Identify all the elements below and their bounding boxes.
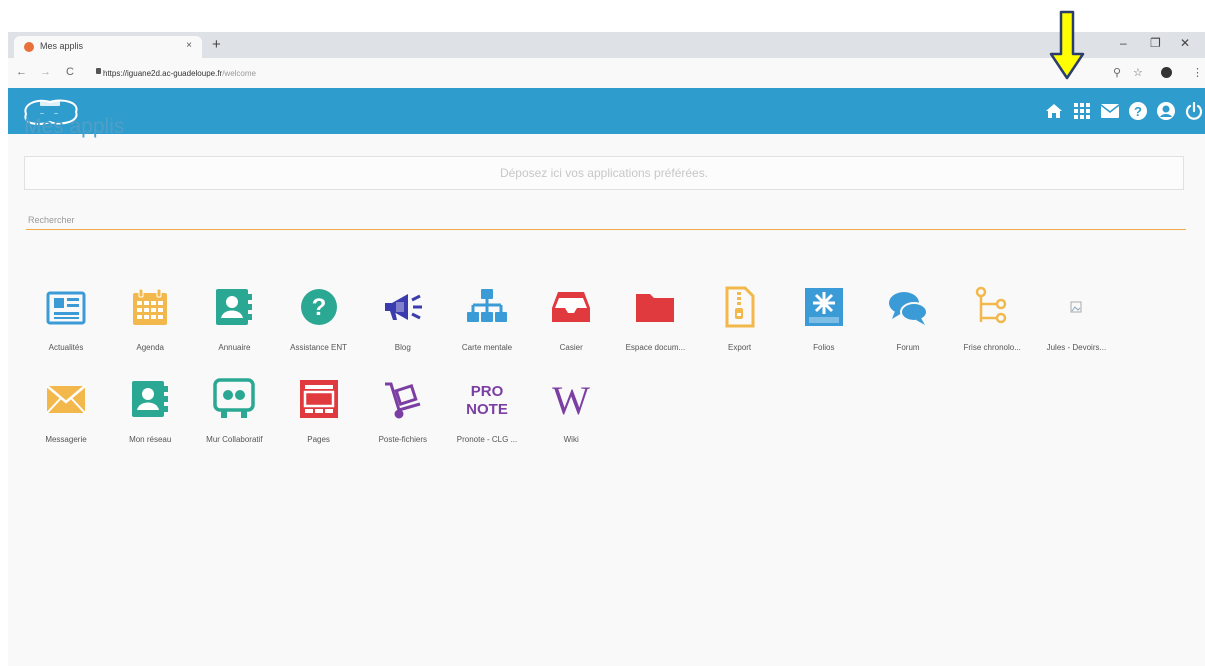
app-tile[interactable]: Espace docum... bbox=[613, 286, 697, 374]
home-icon[interactable] bbox=[1043, 100, 1065, 122]
app-tile[interactable]: W Wiki bbox=[529, 378, 613, 466]
app-label: Annuaire bbox=[218, 343, 251, 352]
url-path: /welcome bbox=[222, 69, 256, 78]
app-label: Pronote - CLG ... bbox=[456, 435, 518, 444]
app-tile[interactable]: PRO NOTE Pronote - CLG ... bbox=[445, 378, 529, 466]
timeline-icon bbox=[971, 286, 1013, 328]
app-label: Export bbox=[728, 343, 752, 352]
sitemap-icon bbox=[466, 286, 508, 328]
chat-bubbles-icon bbox=[887, 286, 929, 328]
app-label: Wiki bbox=[563, 435, 579, 444]
power-icon[interactable] bbox=[1183, 100, 1205, 122]
new-tab-button[interactable]: + bbox=[212, 36, 221, 53]
pronote-logo-icon: PRO NOTE bbox=[466, 378, 508, 420]
search-input[interactable] bbox=[26, 210, 1186, 230]
contact-book-icon bbox=[213, 286, 255, 328]
app-tile[interactable]: Forum bbox=[866, 286, 950, 374]
app-label: Folios bbox=[813, 343, 835, 352]
app-tile[interactable]: Carte mentale bbox=[445, 286, 529, 374]
app-tile[interactable]: Messagerie bbox=[24, 378, 108, 466]
app-label: Agenda bbox=[136, 343, 164, 352]
app-tile[interactable]: Casier bbox=[529, 286, 613, 374]
app-tile[interactable]: Agenda bbox=[108, 286, 192, 374]
svg-text:W: W bbox=[552, 378, 590, 420]
app-label: Actualités bbox=[48, 343, 84, 352]
browser-menu-icon[interactable]: ⋮ bbox=[1192, 66, 1203, 79]
app-tile[interactable]: Export bbox=[698, 286, 782, 374]
app-tile[interactable]: Jules - Devoirs... bbox=[1034, 286, 1118, 374]
app-tile[interactable]: ? Assistance ENT bbox=[277, 286, 361, 374]
favicon-icon bbox=[24, 42, 34, 52]
app-tile[interactable]: Frise chronolo... bbox=[950, 286, 1034, 374]
envelope-icon bbox=[45, 378, 87, 420]
browser-toolbar: ← → C https://iguane2d.ac-guadeloupe.fr/… bbox=[8, 58, 1205, 89]
svg-text:?: ? bbox=[1134, 104, 1142, 119]
app-label: Carte mentale bbox=[461, 343, 513, 352]
reload-button[interactable]: C bbox=[66, 66, 74, 78]
question-icon: ? bbox=[298, 286, 340, 328]
zip-file-icon bbox=[719, 286, 761, 328]
app-label: Mon réseau bbox=[129, 435, 172, 444]
inbox-icon bbox=[550, 286, 592, 328]
app-label: Forum bbox=[896, 343, 920, 352]
app-label: Assistance ENT bbox=[290, 343, 348, 352]
pages-icon bbox=[298, 378, 340, 420]
megaphone-icon bbox=[382, 286, 424, 328]
network-book-icon bbox=[129, 378, 171, 420]
app-label: Blog bbox=[394, 343, 411, 352]
app-label: Messagerie bbox=[45, 435, 87, 444]
favorites-dropzone[interactable]: Déposez ici vos applications préférées. bbox=[24, 156, 1184, 190]
wikipedia-icon: W bbox=[550, 378, 592, 423]
dropzone-text: Déposez ici vos applications préférées. bbox=[499, 166, 709, 180]
broken-image-icon bbox=[1055, 286, 1097, 328]
tab-close-icon[interactable]: × bbox=[186, 40, 192, 51]
app-label: Mur Collaboratif bbox=[206, 435, 263, 444]
app-label: Frise chronolo... bbox=[963, 343, 1021, 352]
folios-icon bbox=[803, 286, 845, 328]
app-label: Espace docum... bbox=[625, 343, 686, 352]
tab-strip: Mes applis × + – ❐ ✕ bbox=[8, 32, 1205, 58]
minimize-button[interactable]: – bbox=[1120, 36, 1127, 50]
help-icon[interactable]: ? bbox=[1127, 100, 1149, 122]
app-label: Casier bbox=[559, 343, 583, 352]
address-bar[interactable]: https://iguane2d.ac-guadeloupe.fr/welcom… bbox=[103, 69, 256, 78]
header-icons: ? bbox=[1037, 88, 1205, 134]
restore-button[interactable]: ❐ bbox=[1150, 36, 1161, 50]
url-host: https://iguane2d.ac-guadeloupe.fr bbox=[103, 69, 223, 78]
bookmark-star-icon[interactable]: ☆ bbox=[1133, 66, 1143, 79]
calendar-icon bbox=[129, 286, 171, 328]
annotation-arrow bbox=[1049, 10, 1085, 80]
svg-text:?: ? bbox=[311, 294, 326, 321]
lock-icon bbox=[96, 68, 101, 74]
back-button[interactable]: ← bbox=[16, 66, 27, 78]
mail-icon[interactable] bbox=[1099, 100, 1121, 122]
newspaper-icon bbox=[45, 286, 87, 328]
app-label: Pages bbox=[307, 435, 330, 444]
svg-text:PRO: PRO bbox=[471, 383, 504, 400]
app-tile[interactable]: Blog bbox=[361, 286, 445, 374]
app-tile[interactable]: Annuaire bbox=[192, 286, 276, 374]
app-tile[interactable]: Actualités bbox=[24, 286, 108, 374]
tab-title: Mes applis bbox=[40, 41, 84, 51]
apps-grid-icon[interactable] bbox=[1071, 100, 1093, 122]
svg-text:NOTE: NOTE bbox=[466, 401, 508, 418]
zoom-icon[interactable]: ⚲ bbox=[1113, 66, 1121, 79]
app-label: Jules - Devoirs... bbox=[1046, 343, 1107, 352]
app-tile[interactable]: Pages bbox=[277, 378, 361, 466]
app-label: Poste-fichiers bbox=[378, 435, 428, 444]
page-title: Mes applis bbox=[24, 115, 125, 138]
profile-avatar[interactable] bbox=[1161, 67, 1172, 78]
user-icon[interactable] bbox=[1155, 100, 1177, 122]
app-tile[interactable]: Poste-fichiers bbox=[361, 378, 445, 466]
collab-wall-icon bbox=[213, 378, 256, 420]
forward-button[interactable]: → bbox=[40, 66, 51, 78]
app-tile[interactable]: Mon réseau bbox=[108, 378, 192, 466]
file-trolley-icon bbox=[382, 378, 424, 420]
browser-tab[interactable]: Mes applis × bbox=[14, 36, 202, 58]
app-tile[interactable]: Folios bbox=[782, 286, 866, 374]
app-tile[interactable]: Mur Collaboratif bbox=[192, 378, 276, 466]
close-window-button[interactable]: ✕ bbox=[1180, 36, 1190, 50]
app-header: ~ ~ ? bbox=[8, 88, 1205, 134]
folder-icon bbox=[634, 286, 676, 328]
